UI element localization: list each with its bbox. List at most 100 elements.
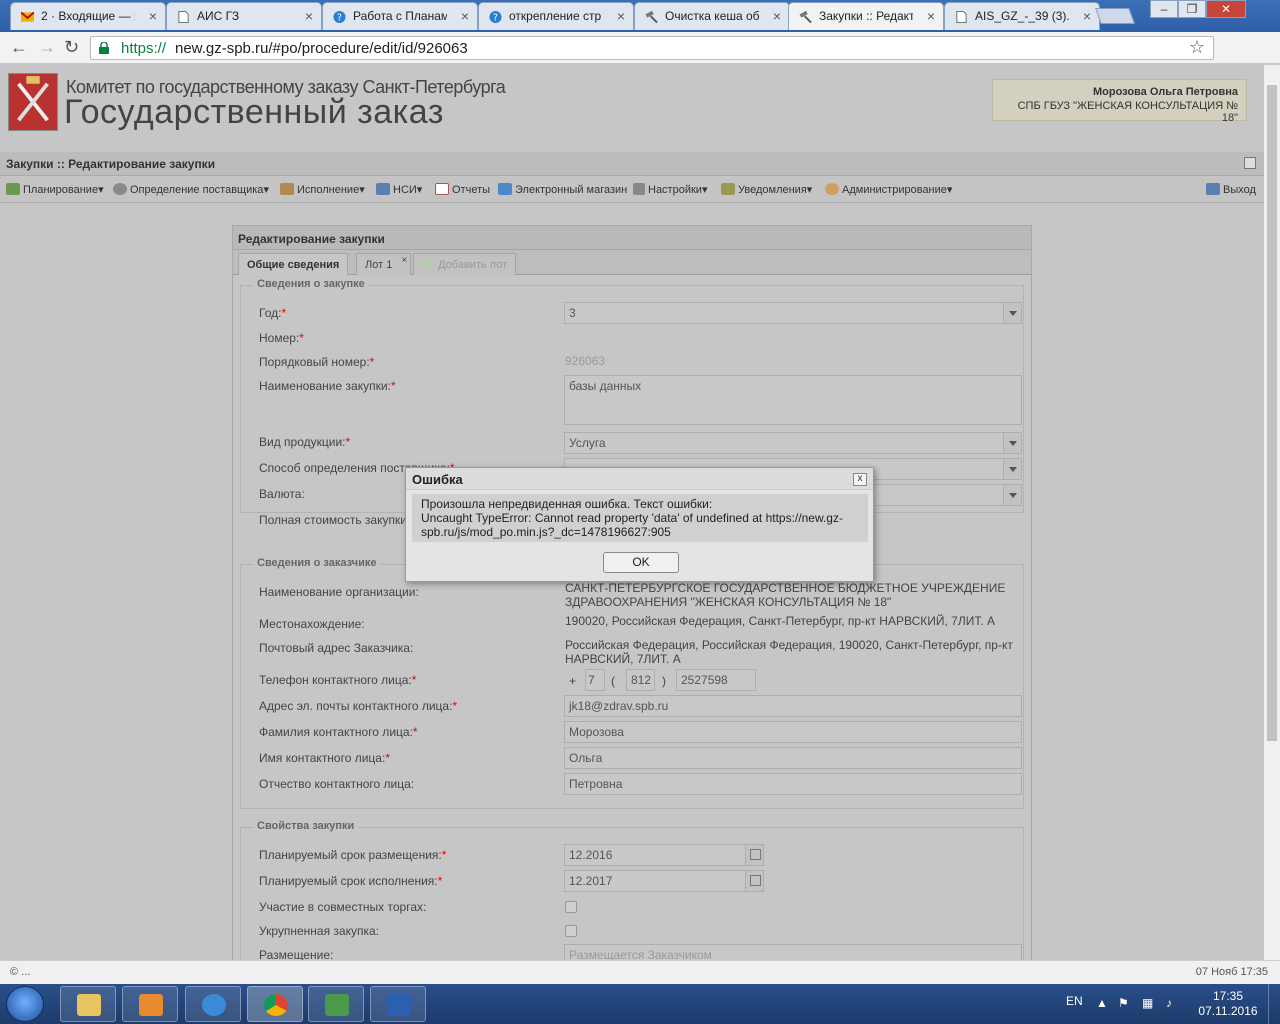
calendar-icon[interactable] (745, 871, 763, 891)
email-input[interactable]: jk18@zdrav.spb.ru (564, 695, 1022, 717)
close-icon[interactable]: × (461, 3, 469, 29)
tab-lot-1[interactable]: Лот 1 × (356, 253, 412, 275)
currency-label: Валюта: (259, 487, 305, 501)
chrome-icon (264, 994, 288, 1016)
menu-supplier[interactable]: Определение поставщика▾ (113, 183, 269, 196)
close-icon[interactable]: × (773, 3, 781, 29)
close-icon[interactable]: × (401, 255, 407, 266)
page-icon (956, 10, 967, 24)
browser-tab-bar: 2 · Входящие — Я × АИС ГЗ × ? Работа с П… (0, 0, 1280, 32)
browser-tab-purchases[interactable]: Закупки :: Редакт × (788, 2, 944, 30)
tray-expand-icon[interactable]: ▲ (1096, 996, 1108, 1010)
browser-tab-cache[interactable]: Очистка кеша об × (634, 2, 790, 30)
language-indicator[interactable]: EN (1066, 994, 1083, 1008)
menu-planning[interactable]: Планирование▾ (6, 183, 104, 196)
org-name-value: САНКТ-ПЕТЕРБУРГСКОЕ ГОСУДАРСТВЕННОЕ БЮДЖ… (565, 581, 1006, 609)
close-icon[interactable]: × (617, 3, 625, 29)
taskbar-media-player[interactable] (122, 986, 178, 1022)
phone-number-input[interactable]: 2527598 (676, 669, 756, 691)
browser-tab-pdf[interactable]: AIS_GZ_-_39 (3).p × (944, 2, 1100, 30)
restore-button[interactable]: ❐ (1178, 0, 1206, 18)
users-icon (325, 994, 349, 1016)
cart-icon (498, 183, 512, 195)
collapse-button[interactable] (1244, 157, 1256, 169)
close-icon[interactable]: × (1083, 3, 1091, 29)
calendar-icon[interactable] (745, 845, 763, 865)
taskbar-word[interactable] (370, 986, 426, 1022)
product-type-select[interactable]: Услуга (564, 432, 1022, 454)
planning-icon (6, 183, 20, 195)
windows-taskbar: EN ▲ ⚑ ▦ ♪ 17:35 07.11.2016 (0, 984, 1280, 1024)
menu-eshop[interactable]: Электронный магазин (498, 183, 627, 196)
folder-icon (77, 994, 101, 1016)
taskbar-users-app[interactable] (308, 986, 364, 1022)
gears-icon (113, 183, 127, 195)
placement-input[interactable]: Размещается Заказчиком (564, 944, 1022, 960)
phone-country-input[interactable]: 7 (585, 669, 605, 691)
purchase-name-textarea[interactable]: базы данных (564, 375, 1022, 425)
dialog-close-button[interactable]: x (853, 473, 867, 486)
internet-explorer-icon (202, 994, 226, 1016)
chevron-down-icon (1003, 485, 1021, 505)
minimize-button[interactable]: – (1150, 0, 1178, 18)
start-button[interactable] (6, 986, 44, 1022)
page-scrollbar[interactable] (1264, 65, 1280, 960)
browser-tab-inbox[interactable]: 2 · Входящие — Я × (10, 2, 166, 30)
phone-code-input[interactable]: 812 (626, 669, 655, 691)
chevron-down-icon (1003, 303, 1021, 323)
tab-add-lot[interactable]: Добавить лот (413, 253, 517, 275)
tab-general[interactable]: Общие сведения (238, 253, 349, 275)
forward-button[interactable]: → (38, 37, 56, 58)
browser-tab-plans[interactable]: ? Работа с Планам × (322, 2, 478, 30)
reload-button[interactable]: ↻ (64, 37, 79, 58)
menu-admin[interactable]: Администрирование▾ (825, 183, 952, 196)
browser-tab-detach[interactable]: ? открепление стр × (478, 2, 634, 30)
surname-input[interactable]: Морозова (564, 721, 1022, 743)
volume-icon[interactable]: ♪ (1166, 996, 1172, 1010)
execution-date-input[interactable]: 12.2017 (564, 870, 764, 892)
logout-button[interactable]: Выход (1206, 183, 1256, 196)
dialog-message-line2: Uncaught TypeError: Cannot read property… (421, 511, 843, 539)
mail-icon (21, 11, 34, 22)
postal-address-label: Почтовый адрес Заказчика: (259, 641, 414, 655)
postal-address-value: Российская Федерация, Российская Федерац… (565, 638, 1013, 666)
dialog-title: Ошибка (406, 468, 873, 490)
word-icon (387, 994, 411, 1016)
consolidated-checkbox[interactable] (565, 925, 577, 937)
close-icon[interactable]: × (927, 3, 935, 29)
close-icon[interactable]: × (305, 3, 313, 29)
browser-tab-ais-gz[interactable]: АИС ГЗ × (166, 2, 322, 30)
section-legend: Свойства закупки (253, 820, 359, 832)
total-cost-label: Полная стоимость закупки (259, 513, 407, 527)
system-clock[interactable]: 17:35 07.11.2016 (1196, 989, 1260, 1019)
show-desktop-button[interactable] (1268, 984, 1280, 1024)
url-bar[interactable]: https:// new.gz-spb.ru/#po/procedure/edi… (90, 36, 1214, 60)
menu-execution[interactable]: Исполнение▾ (280, 183, 365, 196)
bookmark-star-icon[interactable]: ☆ (1189, 37, 1205, 58)
taskbar-chrome[interactable] (247, 986, 303, 1022)
placement-date-input[interactable]: 12.2016 (564, 844, 764, 866)
window-close-button[interactable]: ✕ (1206, 0, 1246, 18)
menu-reports[interactable]: Отчеты (435, 183, 490, 196)
network-icon[interactable]: ▦ (1142, 996, 1153, 1010)
seq-number-value: 926063 (565, 354, 606, 368)
firstname-input[interactable]: Ольга (564, 747, 1022, 769)
back-button[interactable]: ← (10, 37, 28, 58)
taskbar-explorer[interactable] (60, 986, 116, 1022)
joint-tender-checkbox[interactable] (565, 901, 577, 913)
scrollbar-thumb[interactable] (1267, 85, 1277, 741)
panel-title: Редактирование закупки (233, 226, 1031, 250)
close-icon[interactable]: × (149, 3, 157, 29)
year-select[interactable]: 3 (564, 302, 1022, 324)
menu-notifications[interactable]: Уведомления▾ (721, 183, 812, 196)
taskbar-ie[interactable] (185, 986, 241, 1022)
year-label: Год:* (259, 306, 287, 320)
new-tab-button[interactable] (1095, 8, 1135, 24)
menu-nsi[interactable]: НСИ▾ (376, 183, 422, 196)
menu-settings[interactable]: Настройки▾ (633, 183, 707, 196)
edit-purchase-panel: Редактирование закупки Общие сведения Ло… (232, 225, 1032, 960)
dialog-ok-button[interactable]: OK (603, 552, 679, 573)
patronymic-input[interactable]: Петровна (564, 773, 1022, 795)
dialog-message: Произошла непредвиденная ошибка. Текст о… (412, 494, 868, 542)
flag-icon[interactable]: ⚑ (1118, 996, 1129, 1010)
